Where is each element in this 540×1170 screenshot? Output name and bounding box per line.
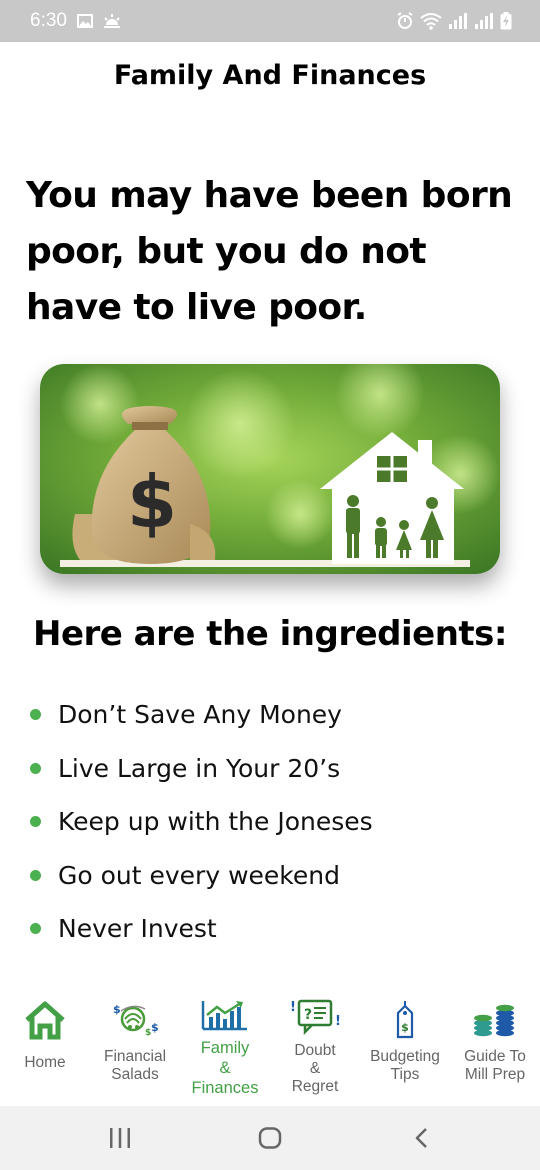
weather-icon (103, 14, 121, 28)
ingredient-text: Never Invest (58, 914, 217, 944)
svg-text:!: ! (290, 1000, 296, 1015)
svg-text:$: $ (127, 460, 177, 544)
ingredient-text: Don’t Save Any Money (58, 700, 342, 730)
nav-label-doubt-regret: Doubt & Regret (291, 1042, 339, 1095)
hero-image: $ (40, 364, 500, 574)
svg-text:$: $ (113, 1003, 121, 1016)
alarm-icon (396, 12, 414, 30)
status-left: 6:30 (30, 10, 121, 32)
salad-money-icon: $ $ $ (105, 996, 165, 1044)
bottom-nav: Home $ $ $ Financial Salads Family & Finan… (0, 990, 540, 1106)
image-icon (76, 14, 93, 28)
ingredient-text: Live Large in Your 20’s (58, 753, 341, 783)
nav-label-financial-salads: Financial Salads (103, 1048, 167, 1083)
signal-icon (448, 13, 468, 29)
svg-text:$: $ (151, 1021, 159, 1034)
svg-text:!: ! (335, 1014, 341, 1029)
home-button[interactable] (250, 1120, 290, 1156)
ingredient-text: Go out every weekend (58, 860, 340, 890)
home-circle-icon (258, 1127, 282, 1149)
nav-label-home: Home (24, 1054, 66, 1071)
svg-text:$: $ (145, 1028, 151, 1038)
status-bar: 6:30 (0, 0, 540, 42)
money-bag-and-family-house-image: $ (40, 364, 500, 574)
house-icon (15, 996, 75, 1044)
list-item: Go out every weekend (26, 849, 526, 903)
system-nav-bar (0, 1106, 540, 1170)
bullet-icon (30, 923, 41, 935)
nav-item-doubt-regret[interactable]: ?!! Doubt & Regret (270, 990, 360, 1106)
list-item: Never Invest (26, 902, 526, 956)
nav-item-home[interactable]: Home (0, 990, 90, 1106)
svg-text:?: ? (304, 1007, 312, 1023)
list-item: Live Large in Your 20’s (26, 742, 526, 796)
recent-apps-button[interactable] (100, 1120, 140, 1156)
ingredients-heading: Here are the ingredients: (32, 614, 508, 654)
nav-item-guide-mill-prep[interactable]: Guide To Mill Prep (450, 990, 540, 1106)
status-right (396, 12, 512, 30)
bar-chart-growth-icon (195, 996, 255, 1034)
bullet-icon (30, 709, 41, 721)
nav-label-budgeting-tips: Budgeting Tips (370, 1048, 440, 1083)
nav-item-financial-salads[interactable]: $ $ $ Financial Salads (90, 990, 180, 1106)
list-item: Don’t Save Any Money (26, 688, 526, 742)
nav-label-family-finances: Family & Finances (191, 1039, 259, 1097)
question-bubble-icon: ?!! (285, 996, 345, 1038)
nav-label-guide-mill-prep: Guide To Mill Prep (464, 1048, 526, 1083)
bullet-icon (30, 762, 41, 774)
page-title: Family And Finances (113, 60, 427, 91)
quote-text: You may have been born poor, but you do … (26, 175, 513, 328)
status-time: 6:30 (30, 10, 67, 31)
nav-item-budgeting-tips[interactable]: $ Budgeting Tips (360, 990, 450, 1106)
bullet-icon (30, 869, 41, 881)
bullet-icon (30, 816, 41, 828)
nav-item-family-finances[interactable]: Family & Finances (180, 990, 270, 1106)
coin-stacks-icon (465, 996, 525, 1044)
svg-text:$: $ (401, 1021, 409, 1034)
signal-icon-2 (474, 13, 494, 29)
battery-charging-icon (500, 12, 512, 30)
ingredient-text: Keep up with the Joneses (58, 807, 373, 837)
recent-apps-icon (110, 1128, 130, 1148)
chevron-left-icon (415, 1128, 427, 1148)
price-tag-icon: $ (375, 996, 435, 1044)
back-button[interactable] (402, 1120, 442, 1156)
wifi-icon (420, 12, 442, 30)
ingredients-list: Don’t Save Any Money Live Large in Your … (26, 688, 526, 956)
list-item: Keep up with the Joneses (26, 795, 526, 849)
